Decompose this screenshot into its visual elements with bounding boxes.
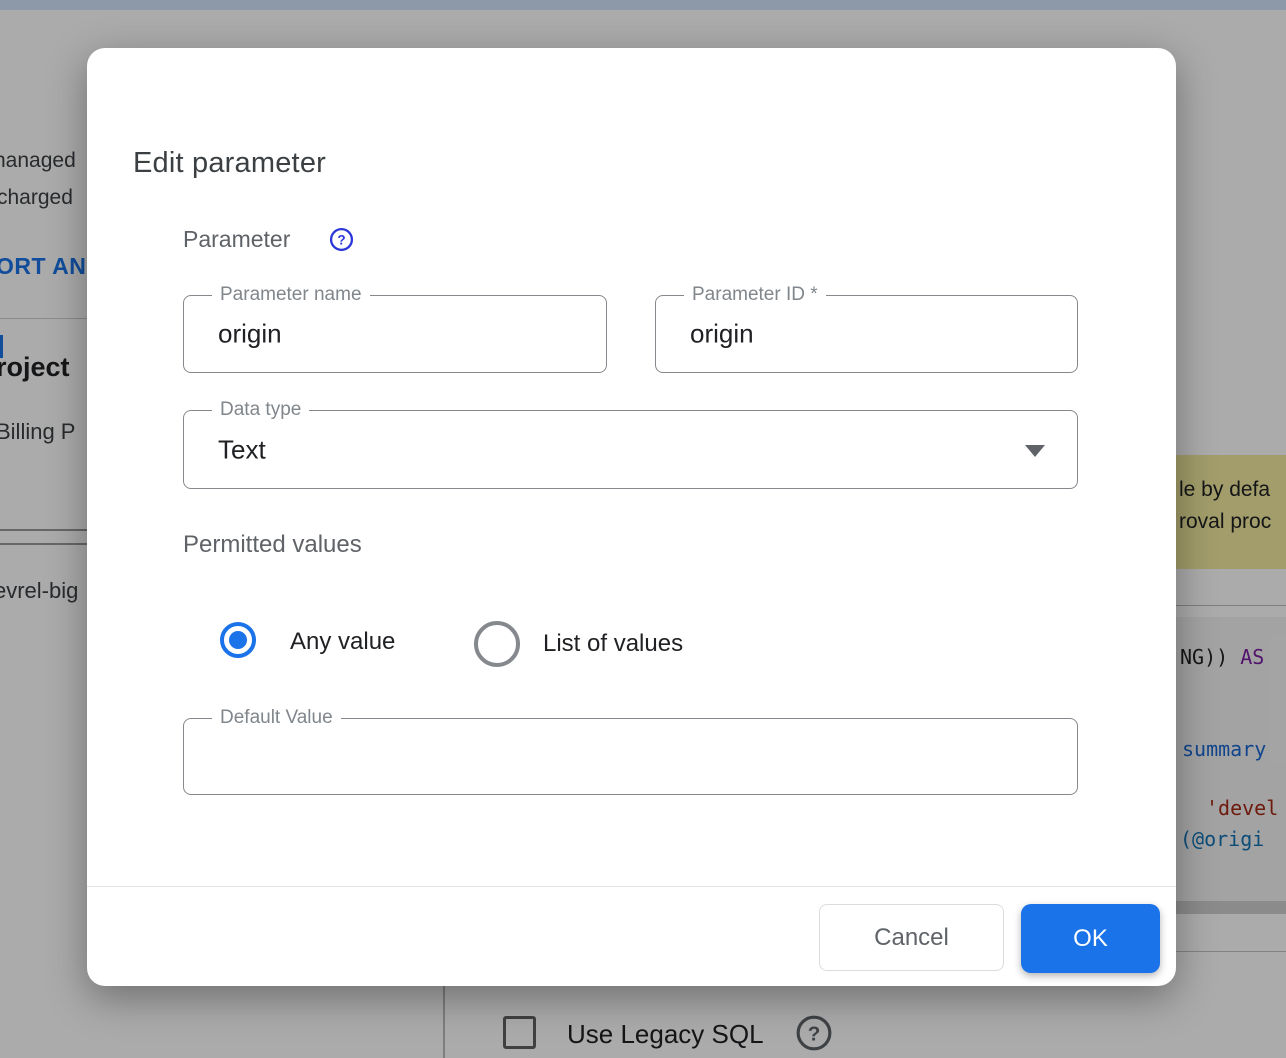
chevron-down-icon (1025, 445, 1045, 457)
parameter-section-label: Parameter (183, 226, 290, 253)
radio-list-of-values-label[interactable]: List of values (543, 630, 683, 658)
footer-divider (87, 886, 1176, 887)
default-value-label: Default Value (212, 707, 341, 729)
data-type-value: Text (218, 434, 266, 465)
parameter-name-label: Parameter name (212, 284, 370, 306)
radio-any-value-label[interactable]: Any value (290, 628, 395, 656)
default-value-input[interactable] (218, 741, 932, 772)
parameter-name-input[interactable] (218, 319, 556, 350)
cancel-button[interactable]: Cancel (819, 904, 1004, 971)
ok-button[interactable]: OK (1021, 904, 1160, 973)
radio-dot (229, 631, 247, 649)
dialog-title: Edit parameter (133, 147, 326, 180)
svg-text:?: ? (337, 233, 345, 248)
edit-parameter-dialog: Edit parameter Parameter ? Parameter nam… (87, 48, 1176, 986)
radio-list-of-values[interactable] (474, 621, 520, 667)
parameter-name-field[interactable]: Parameter name (183, 295, 607, 373)
parameter-id-input[interactable] (690, 319, 1027, 350)
permitted-values-label: Permitted values (183, 531, 362, 559)
parameter-help-icon[interactable]: ? (329, 227, 354, 252)
parameter-id-field[interactable]: Parameter ID * (655, 295, 1078, 373)
data-type-dropdown[interactable]: Data type Text (183, 410, 1078, 489)
data-type-label: Data type (212, 399, 309, 421)
parameter-id-label: Parameter ID * (684, 284, 826, 306)
default-value-field[interactable]: Default Value (183, 718, 1078, 795)
radio-any-value[interactable] (220, 622, 256, 658)
